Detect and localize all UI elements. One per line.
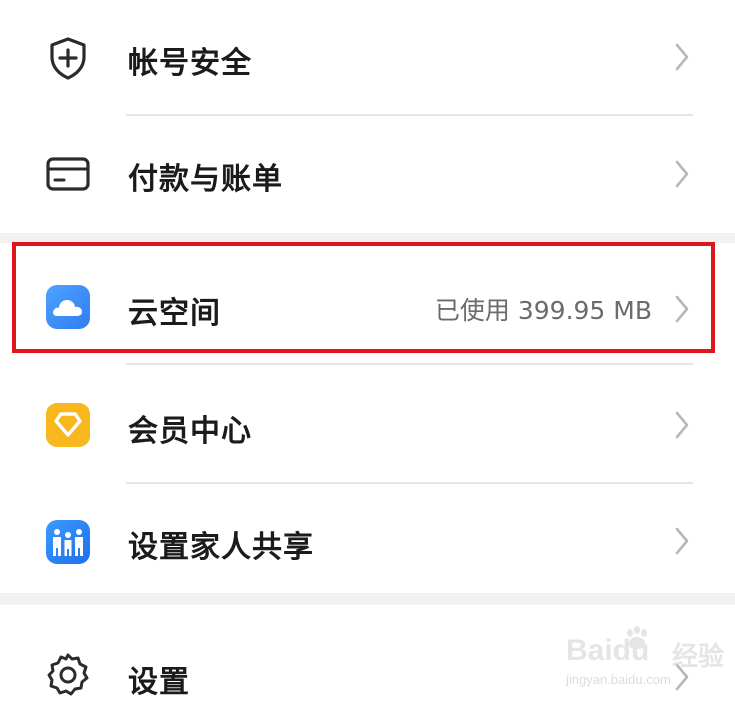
shield-plus-icon bbox=[44, 34, 92, 82]
menu-label: 付款与账单 bbox=[128, 162, 283, 197]
menu-label: 帐号安全 bbox=[128, 46, 252, 81]
account-card: 帐号安全 付款与账单 bbox=[0, 0, 735, 233]
family-icon bbox=[44, 518, 92, 566]
menu-item-account-security[interactable]: 帐号安全 bbox=[0, 0, 735, 115]
watermark-brand: Baidu bbox=[566, 634, 650, 667]
chevron-right-icon bbox=[672, 41, 692, 73]
chevron-right-icon bbox=[672, 525, 692, 557]
card-icon bbox=[44, 150, 92, 198]
watermark-url: jingyan.baidu.com bbox=[566, 672, 671, 687]
chevron-right-icon bbox=[672, 409, 692, 441]
menu-label: 设置 bbox=[128, 665, 190, 700]
highlight-box bbox=[12, 242, 715, 353]
menu-label: 会员中心 bbox=[128, 414, 252, 449]
diamond-badge-icon bbox=[44, 401, 92, 449]
chevron-right-icon bbox=[672, 158, 692, 190]
menu-item-payment-billing[interactable]: 付款与账单 bbox=[0, 116, 735, 233]
menu-item-member-center[interactable]: 会员中心 bbox=[0, 365, 735, 480]
menu-label: 设置家人共享 bbox=[128, 530, 314, 565]
menu-item-family-sharing[interactable]: 设置家人共享 bbox=[0, 484, 735, 593]
gear-icon bbox=[44, 651, 92, 699]
watermark-brand-cn: 经验 bbox=[672, 642, 725, 672]
baidu-jingyan-watermark: Baidu 经验 jingyan.baidu.com bbox=[560, 624, 730, 694]
